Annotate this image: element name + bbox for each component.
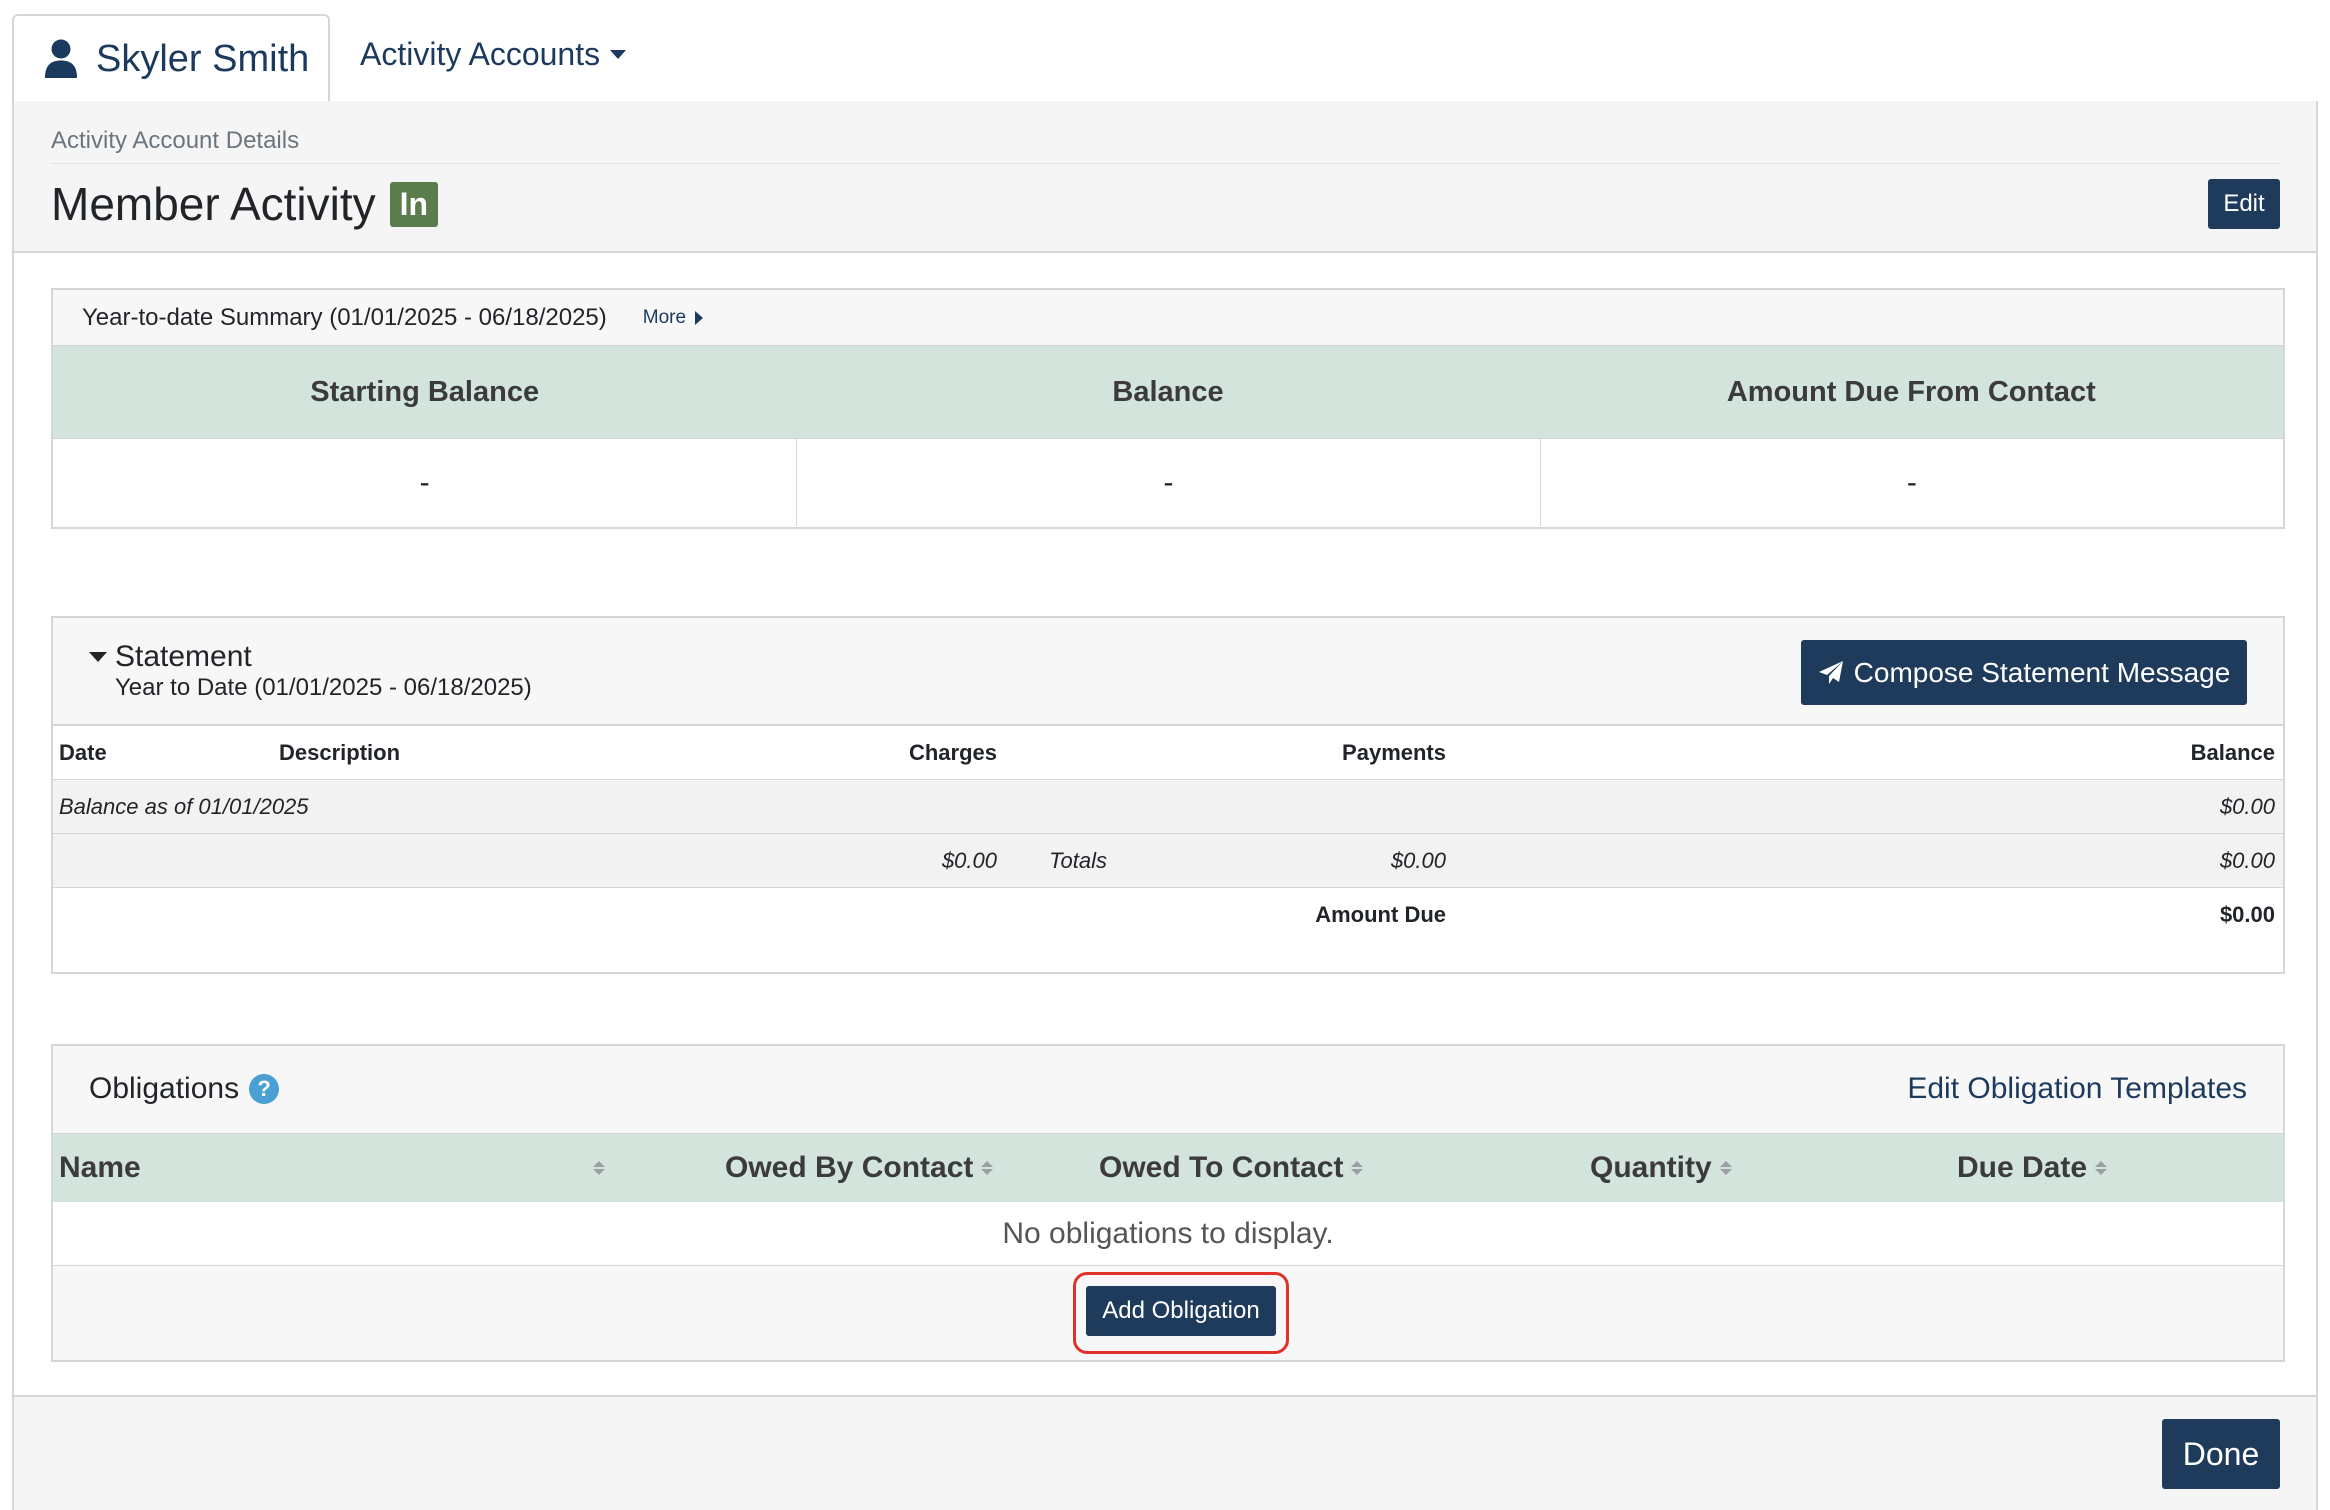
column-header-owed-to[interactable]: Owed To Contact [1099,1151,1364,1185]
column-owed-to-label: Owed To Contact [1099,1151,1344,1184]
tab-user-profile[interactable]: Skyler Smith [12,14,330,104]
compose-label: Compose Statement Message [1853,656,2231,688]
column-name-label: Name [59,1151,141,1184]
more-link[interactable]: More [642,306,704,329]
statement-toggle[interactable]: Statement [89,640,252,674]
sort-icon [981,1161,994,1175]
empty-state: No obligations to display. [53,1202,2283,1266]
more-label: More [642,306,687,328]
ytd-summary-title: Year-to-date Summary (01/01/2025 - 06/18… [82,303,607,331]
user-name: Skyler Smith [96,37,310,80]
ytd-summary-header: Year-to-date Summary (01/01/2025 - 06/18… [53,290,2283,346]
obligations-panel: Obligations ? Edit Obligation Templates … [51,1044,2285,1362]
help-icon[interactable]: ? [249,1074,280,1104]
totals-row: Totals $0.00 $0.00 $0.00 [53,834,2283,888]
starting-balance-value: - [53,438,797,526]
column-header-name[interactable]: Name [59,1151,605,1185]
compose-statement-message-button[interactable]: Compose Statement Message [1801,640,2247,705]
status-badge: In [389,181,439,227]
top-tabs: Skyler Smith Activity Accounts [12,14,2318,104]
column-header-due-date[interactable]: Due Date [1957,1151,2108,1185]
totals-payments: $0.00 [1390,847,1446,873]
column-due-date-label: Due Date [1957,1151,2088,1184]
user-icon [45,39,77,78]
statement-title: Statement [115,640,252,673]
title-row: Member Activity In [51,177,439,231]
statement-panel: Statement Year to Date (01/01/2025 - 06/… [51,616,2285,974]
sort-icon [1719,1161,1732,1175]
sort-icon [2095,1161,2108,1175]
ytd-summary-table: Starting Balance Balance Amount Due From… [53,346,2283,526]
column-header-description: Description [279,739,401,765]
main-card: Activity Account Details Member Activity… [12,101,2318,1510]
add-obligation-button[interactable]: Add Obligation [1086,1286,1276,1336]
statement-table-header: Date Description Charges Payments Balanc… [53,726,2283,780]
column-owed-by-label: Owed By Contact [725,1151,974,1184]
amount-due-row: Amount Due $0.00 [53,888,2283,942]
column-header-charges: Charges [908,739,997,765]
amount-due-label: Amount Due [1315,902,1446,927]
column-header-payments: Payments [1342,739,1446,765]
statement-subtitle: Year to Date (01/01/2025 - 06/18/2025) [115,674,532,701]
opening-balance-value: $0.00 [2219,793,2275,819]
edit-obligation-templates-link[interactable]: Edit Obligation Templates [1907,1072,2247,1106]
column-quantity-label: Quantity [1590,1151,1712,1184]
amount-due-total: $0.00 [2219,902,2275,927]
chevron-right-icon [695,310,704,325]
statement-header: Statement Year to Date (01/01/2025 - 06/… [53,618,2283,726]
paper-plane-icon [1818,660,1843,684]
sort-icon [593,1161,605,1175]
table-row: Balance as of 01/01/2025 $0.00 [53,780,2283,834]
edit-button[interactable]: Edit [2208,179,2280,229]
column-header-balance: Balance [796,346,1540,438]
opening-balance-label: Balance as of 01/01/2025 [59,793,309,819]
column-header-balance: Balance [2190,739,2275,765]
divider [51,163,2279,164]
sort-icon [1351,1161,1364,1175]
amount-due-value: - [1539,438,2283,526]
activity-accounts-label: Activity Accounts [360,36,601,72]
totals-balance: $0.00 [2219,847,2275,873]
column-header-date: Date [59,739,107,765]
breadcrumb: Activity Account Details [51,127,300,154]
done-button[interactable]: Done [2162,1419,2280,1489]
caret-down-icon [89,652,107,662]
chevron-down-icon [610,50,627,59]
column-header-amount-due: Amount Due From Contact [1539,346,2283,438]
ytd-summary-panel: Year-to-date Summary (01/01/2025 - 06/18… [51,288,2285,529]
column-header-owed-by[interactable]: Owed By Contact [725,1151,994,1185]
obligations-title-group: Obligations ? [89,1072,280,1106]
activity-accounts-dropdown[interactable]: Activity Accounts [360,36,627,73]
obligations-footer: Add Obligation [53,1266,2283,1360]
totals-label: Totals [1049,847,1107,873]
totals-charges: $0.00 [941,847,997,873]
page-header: Activity Account Details Member Activity… [14,101,2316,253]
obligations-title: Obligations [89,1072,240,1105]
obligations-table-header: Name Owed By Contact Owed To Contact Qua… [53,1134,2283,1202]
balance-value: - [796,438,1540,526]
page-footer: Done [14,1395,2316,1510]
column-header-starting-balance: Starting Balance [53,346,797,438]
obligations-header: Obligations ? Edit Obligation Templates [53,1046,2283,1134]
column-header-quantity[interactable]: Quantity [1590,1151,1732,1185]
page-title: Member Activity [51,178,376,230]
